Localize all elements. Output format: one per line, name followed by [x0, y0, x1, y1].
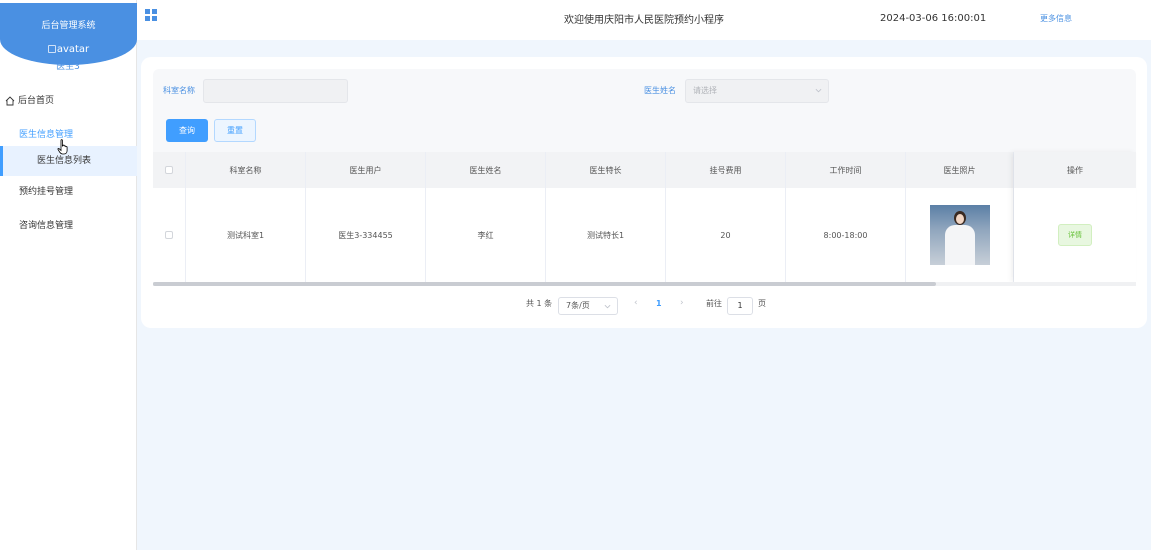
table-cell: 医生3-334455 [306, 188, 426, 282]
avatar: avatar [0, 44, 137, 55]
home-icon [5, 96, 15, 106]
prev-page-icon[interactable]: ‹ [634, 298, 638, 308]
select-all-cell [153, 152, 186, 188]
total-count: 共 1 条 [526, 299, 553, 308]
broken-image-icon [47, 45, 56, 53]
sidebar-item-home[interactable]: 后台首页 [0, 90, 137, 112]
column-header[interactable]: 医生用户 [306, 152, 426, 188]
system-title: 后台管理系统 [41, 21, 96, 31]
page-title: 欢迎使用庆阳市人民医院预约小程序 [564, 15, 724, 26]
sidebar-item-label: 后台首页 [18, 96, 55, 106]
sidebar-item-label: 医生信息列表 [37, 156, 92, 166]
column-header[interactable]: 医生照片 [906, 152, 1014, 188]
table-header: 科室名称 医生用户 医生姓名 医生特长 挂号费用 工作时间 医生照片 [153, 152, 1136, 188]
column-header[interactable]: 挂号费用 [666, 152, 786, 188]
horizontal-scrollbar[interactable] [153, 282, 1136, 286]
main-content: 科室名称 医生姓名 请选择 查询 重置 科室名称 医生用户 医生姓名 医生特长 … [137, 40, 1151, 550]
query-button[interactable]: 查询 [166, 119, 208, 142]
chevron-down-icon [604, 304, 611, 309]
current-datetime: 2024-03-06 16:00:01 [880, 13, 987, 24]
content-card: 科室名称 医生姓名 请选择 查询 重置 科室名称 医生用户 医生姓名 医生特长 … [141, 57, 1147, 328]
table-cell: 李红 [426, 188, 546, 282]
page-suffix: 页 [758, 299, 766, 308]
doctor-select-placeholder: 请选择 [693, 86, 717, 95]
column-header: 操作 [1014, 152, 1136, 188]
row-checkbox[interactable] [165, 231, 173, 239]
current-page[interactable]: 1 [656, 299, 662, 308]
photo-cell [906, 188, 1014, 282]
row-select-cell [153, 188, 186, 282]
scrollbar-thumb[interactable] [153, 282, 936, 286]
goto-label: 前往 [706, 299, 722, 308]
top-header: 欢迎使用庆阳市人民医院预约小程序 2024-03-06 16:00:01 更多信… [137, 0, 1151, 40]
table-cell: 20 [666, 188, 786, 282]
doctor-name-label: 医生姓名 [644, 86, 676, 95]
doctor-name-select[interactable]: 请选择 [685, 79, 829, 103]
hand-cursor-icon [57, 139, 68, 155]
fixed-action-column: 操作 详情 [1014, 152, 1136, 282]
select-all-checkbox[interactable] [165, 166, 173, 174]
table-cell: 测试科室1 [186, 188, 306, 282]
detail-button[interactable]: 详情 [1058, 224, 1092, 246]
goto-page-input[interactable]: 1 [727, 297, 753, 315]
table-cell: 8:00-18:00 [786, 188, 906, 282]
more-info-link[interactable]: 更多信息 [1040, 13, 1072, 24]
sidebar-item-label: 咨询信息管理 [19, 221, 74, 231]
sidebar: 后台管理系统 avatar 医生3 后台首页 医生信息管理 医生信息列表 预约挂… [0, 0, 137, 550]
column-header[interactable]: 科室名称 [186, 152, 306, 188]
sidebar-item-consult-manage[interactable]: 咨询信息管理 [0, 215, 137, 237]
reset-button[interactable]: 重置 [214, 119, 256, 142]
sidebar-menu: 后台首页 医生信息管理 医生信息列表 预约挂号管理 咨询信息管理 [0, 90, 137, 237]
sidebar-item-label: 预约挂号管理 [19, 187, 74, 197]
user-name: 医生3 [56, 62, 80, 72]
action-cell: 详情 [1014, 188, 1136, 282]
doctor-photo [929, 205, 990, 265]
page-size-select[interactable]: 7条/页 [558, 297, 618, 315]
chevron-down-icon [815, 88, 822, 93]
avatar-alt-text: avatar [56, 44, 90, 55]
dept-name-label: 科室名称 [163, 86, 195, 95]
table-body: 测试科室1 医生3-334455 李红 测试特长1 20 8:00-18:00 [153, 188, 1136, 282]
dept-name-input[interactable] [203, 79, 348, 103]
table-cell: 测试特长1 [546, 188, 666, 282]
sidebar-item-booking-manage[interactable]: 预约挂号管理 [0, 181, 137, 203]
brand-header: 后台管理系统 avatar [0, 3, 137, 65]
page-size-value: 7条/页 [566, 301, 590, 310]
column-header[interactable]: 医生特长 [546, 152, 666, 188]
column-header[interactable]: 医生姓名 [426, 152, 546, 188]
column-header[interactable]: 工作时间 [786, 152, 906, 188]
next-page-icon[interactable]: › [680, 298, 684, 308]
